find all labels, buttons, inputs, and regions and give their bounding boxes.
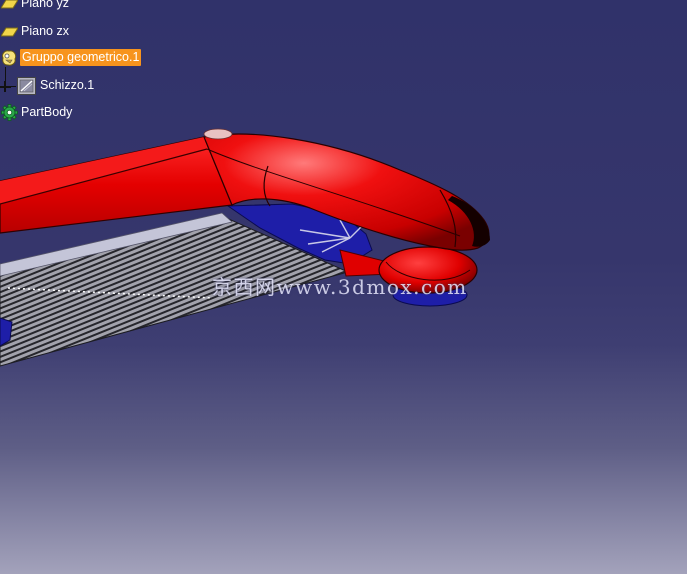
tree-item-label[interactable]: PartBody	[19, 104, 74, 121]
tree-item-label-selected[interactable]: Gruppo geometrico.1	[20, 49, 142, 66]
watermark: 京西网www.3dmox.com	[212, 275, 468, 299]
sketch-icon[interactable]	[16, 76, 36, 95]
specification-tree[interactable]: Piano yz Piano zx Gruppo geometrico.1 Sc…	[0, 0, 200, 125]
model-junction-knob	[203, 128, 233, 140]
tree-connector-line	[5, 67, 6, 81]
plane-icon[interactable]	[0, 0, 18, 13]
plane-icon[interactable]	[0, 22, 18, 41]
3d-viewport[interactable]: 京西网www.3dmox.com Piano yz Piano zx Grupp…	[0, 0, 687, 574]
expand-plus-icon[interactable]	[0, 81, 11, 92]
tree-item-label[interactable]: Piano zx	[19, 23, 71, 40]
tree-item-label[interactable]: Schizzo.1	[38, 77, 96, 94]
geometrical-set-icon[interactable]	[0, 48, 18, 67]
tree-item-label[interactable]: Piano yz	[19, 0, 71, 12]
part-body-gear-icon[interactable]	[0, 103, 18, 122]
